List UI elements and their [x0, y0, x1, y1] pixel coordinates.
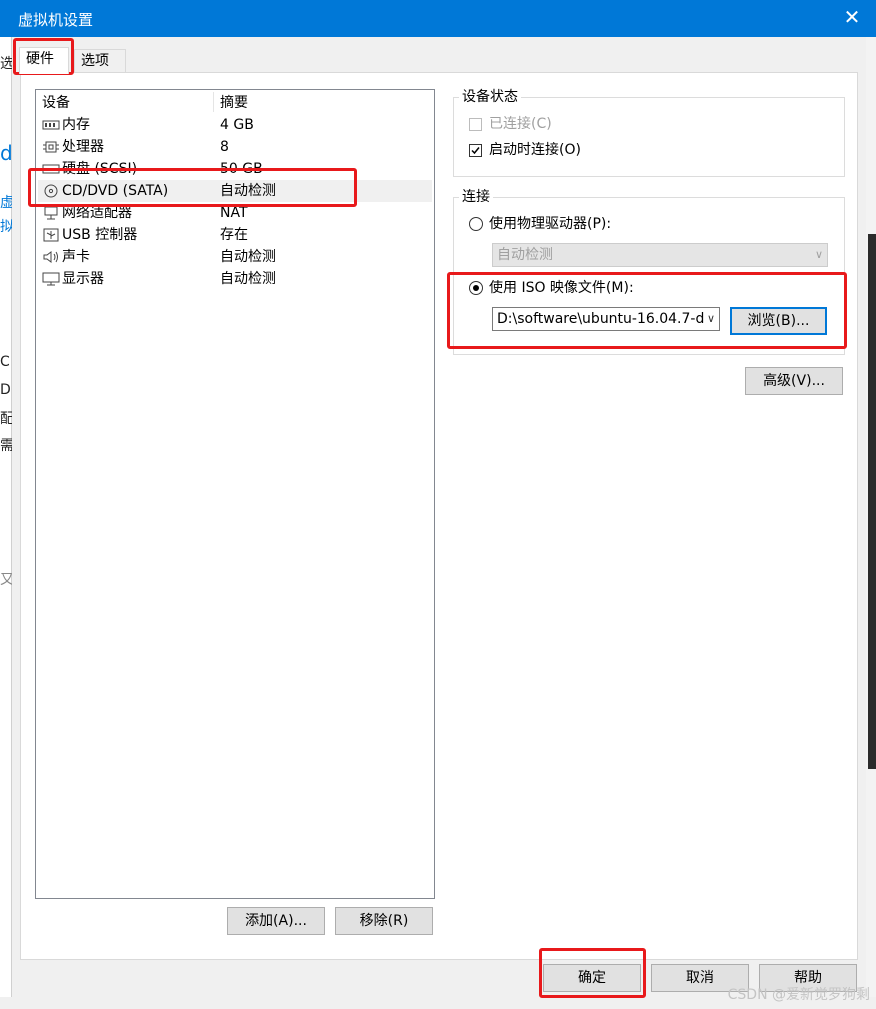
- monitor-icon: [42, 272, 60, 286]
- connection-title: 连接: [459, 189, 493, 205]
- background-fragment: C: [0, 354, 10, 370]
- speaker-icon: [43, 251, 58, 263]
- device-row-usb[interactable]: USB 控制器 存在: [38, 224, 432, 246]
- connected-label[interactable]: 已连接(C): [489, 115, 552, 133]
- browse-button[interactable]: 浏览(B)...: [730, 307, 827, 335]
- device-row-memory[interactable]: 内存 4 GB: [38, 114, 432, 136]
- column-separator: [213, 92, 214, 112]
- background-fragment: d: [0, 141, 13, 165]
- title-bar: 虚拟机设置 ✕: [0, 0, 876, 37]
- watermark-text: CSDN @爱新觉罗狗剩: [727, 987, 870, 1003]
- device-status-title: 设备状态: [459, 89, 521, 105]
- tab-hardware[interactable]: 硬件: [19, 47, 69, 74]
- processor-icon: [43, 141, 59, 153]
- device-summary: 存在: [220, 227, 248, 243]
- device-summary: 50 GB: [220, 161, 263, 177]
- device-name: 声卡: [62, 249, 90, 265]
- close-icon[interactable]: ✕: [840, 5, 864, 29]
- physical-drive-dropdown-value: 自动检测: [497, 247, 553, 263]
- device-summary: 自动检测: [220, 249, 276, 265]
- device-row-sound-card[interactable]: 声卡 自动检测: [38, 246, 432, 268]
- device-status-group: [453, 97, 845, 177]
- hard-disk-icon: [42, 164, 60, 174]
- advanced-button[interactable]: 高级(V)...: [745, 367, 843, 395]
- ok-button[interactable]: 确定: [543, 964, 641, 992]
- column-header-summary[interactable]: 摘要: [220, 92, 248, 114]
- chevron-down-icon: ∨: [812, 244, 823, 266]
- device-name: 网络适配器: [62, 205, 132, 221]
- device-name: USB 控制器: [62, 227, 138, 243]
- device-name: 内存: [62, 117, 90, 133]
- connect-on-power-on-label[interactable]: 启动时连接(O): [489, 141, 581, 159]
- add-device-button[interactable]: 添加(A)...: [227, 907, 325, 935]
- device-summary: 4 GB: [220, 117, 254, 133]
- window-title: 虚拟机设置: [18, 11, 94, 29]
- network-adapter-icon: [44, 206, 58, 220]
- device-row-display[interactable]: 显示器 自动检测: [38, 268, 432, 290]
- device-name: 显示器: [62, 271, 104, 287]
- iso-path-combobox[interactable]: D:\software\ubuntu-16.04.7-de ∨: [492, 307, 720, 331]
- cd-dvd-icon: [44, 184, 58, 198]
- memory-icon: [42, 120, 60, 130]
- iso-image-radio[interactable]: [469, 281, 483, 295]
- background-window-right: [866, 37, 876, 1009]
- background-window-left: 选 d 虚 拟 C D 配 需 又: [0, 37, 14, 1009]
- device-name: CD/DVD (SATA): [62, 183, 169, 199]
- device-summary: 自动检测: [220, 271, 276, 287]
- device-summary: 8: [220, 139, 229, 155]
- physical-drive-radio[interactable]: [469, 217, 483, 231]
- device-list[interactable]: 设备 摘要 内存 4 GB 处理器 8 硬盘 (SCSI) 50 GB CD/D…: [35, 89, 435, 899]
- remove-device-button[interactable]: 移除(R): [335, 907, 433, 935]
- column-header-device[interactable]: 设备: [42, 92, 70, 114]
- tab-options[interactable]: 选项: [74, 49, 126, 73]
- device-row-network-adapter[interactable]: 网络适配器 NAT: [38, 202, 432, 224]
- chevron-down-icon: ∨: [704, 308, 715, 330]
- iso-path-value: D:\software\ubuntu-16.04.7-de: [497, 311, 713, 327]
- checkmark-icon: [471, 147, 480, 155]
- connect-on-power-on-checkbox[interactable]: [469, 144, 482, 157]
- device-name: 硬盘 (SCSI): [62, 161, 138, 177]
- background-fragment: D: [0, 382, 11, 398]
- device-row-cd-dvd[interactable]: CD/DVD (SATA) 自动检测: [38, 180, 432, 202]
- dialog-body: 硬件 选项 设备 摘要 内存 4 GB 处理器 8 硬盘 (SCSI) 50 G…: [12, 37, 866, 997]
- tab-panel-hardware: 设备 摘要 内存 4 GB 处理器 8 硬盘 (SCSI) 50 GB CD/D…: [20, 72, 858, 960]
- device-row-processor[interactable]: 处理器 8: [38, 136, 432, 158]
- device-summary: NAT: [220, 205, 248, 221]
- device-summary: 自动检测: [220, 183, 276, 199]
- physical-drive-dropdown[interactable]: 自动检测 ∨: [492, 243, 828, 267]
- device-name: 处理器: [62, 139, 104, 155]
- device-row-hard-disk[interactable]: 硬盘 (SCSI) 50 GB: [38, 158, 432, 180]
- connected-checkbox[interactable]: [469, 118, 482, 131]
- physical-drive-label[interactable]: 使用物理驱动器(P):: [489, 215, 611, 233]
- usb-icon: [43, 228, 59, 242]
- iso-image-label[interactable]: 使用 ISO 映像文件(M):: [489, 279, 634, 297]
